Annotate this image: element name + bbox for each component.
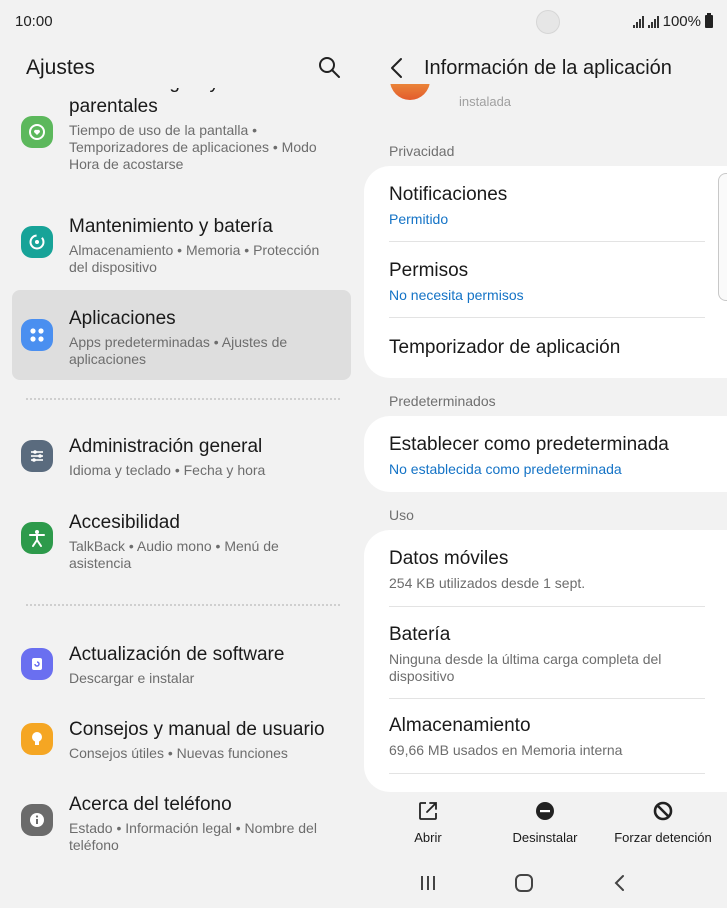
settings-item-subtitle: Tiempo de uso de la pantalla • Temporiza… bbox=[69, 122, 317, 172]
row-subtitle: 254 KB utilizados desde 1 sept. bbox=[389, 575, 586, 591]
recent-apps-icon bbox=[421, 876, 435, 890]
back-icon bbox=[614, 875, 624, 891]
settings-item-accessibility[interactable]: Accesibilidad TalkBack • Audio mono • Me… bbox=[12, 498, 351, 582]
software-update-icon bbox=[21, 648, 53, 680]
settings-item-subtitle: Idioma y teclado • Fecha y hora bbox=[69, 462, 266, 478]
row-title: Notificaciones bbox=[389, 184, 508, 205]
row-title: Establecer como predeterminada bbox=[389, 434, 669, 455]
mobile-data-row[interactable]: Datos móviles 254 KB utilizados desde 1 … bbox=[389, 548, 705, 592]
battery-percent: 100% bbox=[662, 13, 701, 30]
section-usage: Uso bbox=[389, 507, 414, 523]
row-separator bbox=[389, 606, 705, 607]
home-button[interactable] bbox=[509, 870, 539, 896]
minus-circle-icon bbox=[536, 802, 554, 820]
privacy-card: Notificaciones Permitido Permisos No nec… bbox=[364, 166, 727, 378]
storage-row[interactable]: Almacenamiento 69,66 MB usados en Memori… bbox=[389, 715, 705, 759]
digital-wellbeing-icon bbox=[21, 116, 53, 148]
status-indicators: 100% bbox=[632, 13, 713, 30]
settings-item-title: parentales bbox=[69, 96, 158, 117]
scrollbar[interactable] bbox=[718, 173, 727, 301]
settings-item-general-management[interactable]: Administración general Idioma y teclado … bbox=[12, 422, 351, 492]
section-divider bbox=[26, 398, 340, 400]
usage-card: Datos móviles 254 KB utilizados desde 1 … bbox=[364, 530, 727, 792]
settings-item-apps[interactable]: Aplicaciones Apps predeterminadas • Ajus… bbox=[12, 290, 351, 380]
row-subtitle: Permitido bbox=[389, 211, 449, 227]
row-title: Datos móviles bbox=[389, 548, 509, 569]
uninstall-label: Desinstalar bbox=[512, 830, 578, 845]
settings-item-subtitle: Estado • Información legal • Nombre del … bbox=[69, 820, 317, 853]
row-title: Batería bbox=[389, 624, 451, 645]
open-external-icon bbox=[419, 802, 437, 820]
battery-icon bbox=[705, 13, 713, 28]
settings-item-subtitle: Almacenamiento • Memoria • Protección de… bbox=[69, 242, 320, 275]
camera-cutout bbox=[536, 10, 560, 34]
search-icon[interactable] bbox=[316, 54, 342, 80]
set-default-row[interactable]: Establecer como predeterminada No establ… bbox=[389, 434, 705, 478]
signal-icon-2 bbox=[647, 15, 659, 28]
home-icon bbox=[515, 874, 533, 892]
defaults-card: Establecer como predeterminada No establ… bbox=[364, 416, 727, 492]
row-subtitle: 69,66 MB usados en Memoria interna bbox=[389, 742, 623, 758]
row-subtitle: No necesita permisos bbox=[389, 287, 524, 303]
section-privacy: Privacidad bbox=[389, 143, 455, 159]
row-separator bbox=[389, 773, 705, 774]
settings-item-title: Accesibilidad bbox=[69, 512, 180, 533]
app-icon bbox=[390, 84, 430, 100]
back-button[interactable] bbox=[605, 870, 635, 896]
app-header: instalada bbox=[364, 84, 727, 110]
app-timer-row[interactable]: Temporizador de aplicación bbox=[389, 337, 705, 359]
row-title: Permisos bbox=[389, 260, 469, 281]
device-care-icon bbox=[21, 226, 53, 258]
section-divider bbox=[26, 604, 340, 606]
signal-icon bbox=[632, 15, 644, 28]
notifications-row[interactable]: Notificaciones Permitido bbox=[389, 184, 705, 228]
accessibility-icon bbox=[21, 522, 53, 554]
settings-item-subtitle: Consejos útiles • Nuevas funciones bbox=[69, 745, 288, 761]
settings-item-digital-wellbeing[interactable]: Bienestar digital y controles parentales… bbox=[12, 88, 351, 182]
app-info-title: Información de la aplicación bbox=[424, 57, 672, 79]
row-separator bbox=[389, 317, 705, 318]
row-separator bbox=[389, 698, 705, 699]
row-title: Almacenamiento bbox=[389, 715, 531, 736]
settings-title: Ajustes bbox=[26, 56, 95, 79]
row-subtitle: No establecida como predeterminada bbox=[389, 461, 622, 477]
settings-item-subtitle: Apps predeterminadas • Ajustes de aplica… bbox=[69, 334, 288, 367]
settings-item-title: Acerca del teléfono bbox=[69, 794, 232, 815]
block-icon bbox=[653, 801, 673, 821]
settings-item-title: Aplicaciones bbox=[69, 308, 176, 329]
uninstall-button[interactable]: Desinstalar bbox=[500, 800, 590, 845]
settings-item-device-care[interactable]: Mantenimiento y batería Almacenamiento •… bbox=[12, 200, 351, 284]
settings-item-title: Mantenimiento y batería bbox=[69, 216, 273, 237]
install-status: instalada bbox=[459, 94, 512, 109]
force-stop-button[interactable]: Forzar detención bbox=[608, 800, 718, 845]
settings-item-software-update[interactable]: Actualización de software Descargar e in… bbox=[12, 630, 351, 700]
row-subtitle: Ninguna desde la última carga completa d… bbox=[389, 651, 662, 684]
apps-icon bbox=[21, 319, 53, 351]
lightbulb-icon bbox=[21, 723, 53, 755]
settings-list: Bienestar digital y controles parentales… bbox=[12, 88, 352, 868]
row-separator bbox=[389, 241, 705, 242]
force-stop-label: Forzar detención bbox=[614, 830, 712, 845]
info-icon bbox=[21, 804, 53, 836]
battery-row[interactable]: Batería Ninguna desde la última carga co… bbox=[389, 624, 705, 685]
settings-item-title: Consejos y manual de usuario bbox=[69, 719, 325, 740]
permissions-row[interactable]: Permisos No necesita permisos bbox=[389, 260, 705, 304]
status-bar: 10:00 100% bbox=[0, 0, 727, 44]
status-time: 10:00 bbox=[15, 13, 53, 30]
settings-item-title: Administración general bbox=[69, 436, 263, 457]
back-arrow-icon[interactable] bbox=[386, 55, 408, 81]
section-defaults: Predeterminados bbox=[389, 393, 496, 409]
settings-item-title: Actualización de software bbox=[69, 644, 285, 665]
row-title: Temporizador de aplicación bbox=[389, 337, 621, 358]
settings-item-subtitle: TalkBack • Audio mono • Menú de asistenc… bbox=[69, 538, 279, 571]
open-button[interactable]: Abrir bbox=[398, 800, 458, 845]
settings-item-subtitle: Descargar e instalar bbox=[69, 670, 195, 686]
recent-apps-button[interactable] bbox=[413, 870, 443, 896]
sliders-icon bbox=[21, 440, 53, 472]
settings-item-about-phone[interactable]: Acerca del teléfono Estado • Información… bbox=[12, 780, 351, 864]
settings-item-tips[interactable]: Consejos y manual de usuario Consejos út… bbox=[12, 705, 351, 775]
open-label: Abrir bbox=[414, 830, 442, 845]
